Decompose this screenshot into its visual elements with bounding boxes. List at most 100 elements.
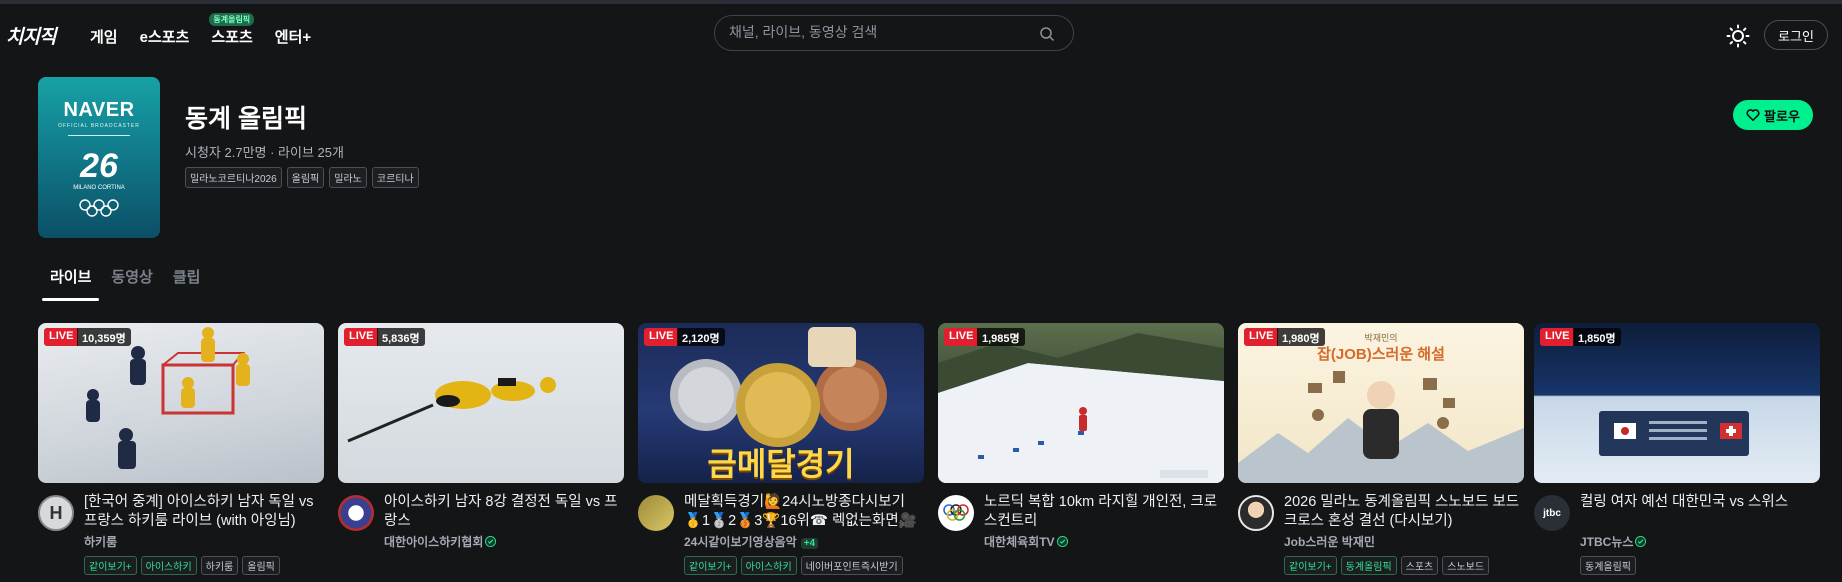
channel-avatar[interactable]: [338, 495, 374, 531]
search-box: [714, 15, 1074, 51]
card-tag[interactable]: 아이스하키: [740, 556, 797, 575]
channel-avatar[interactable]: [638, 495, 674, 531]
main-nav: 게임 e스포츠 동계올림픽 스포츠 엔터+: [90, 13, 311, 47]
viewer-count: 5,836명: [377, 328, 425, 346]
channel-tags: 밀라노코르티나2026 올림픽 밀라노 코르티나: [185, 167, 419, 188]
follow-button[interactable]: 팔로우: [1733, 100, 1813, 130]
nav-badge: 동계올림픽: [209, 13, 255, 26]
channel-avatar[interactable]: [938, 495, 974, 531]
card-tag[interactable]: 올림픽: [242, 556, 280, 575]
viewer-count: 1,980명: [1277, 328, 1325, 346]
card-tags: 같이보기+ 아이스하키 네이버포인트즉시받기: [684, 556, 903, 575]
card-title[interactable]: 컬링 여자 예선 대한민국 vs 스위스: [1580, 493, 1816, 512]
nav-item-game[interactable]: 게임: [90, 26, 118, 47]
card-thumbnail[interactable]: [338, 323, 624, 483]
channel-stats: 시청자 2.7만명 · 라이브 25개: [185, 145, 344, 160]
card-title[interactable]: 2026 밀라노 동계올림픽 스노보드 보드크로스 혼성 결선 (다시보기): [1284, 493, 1520, 531]
heart-icon: [1746, 109, 1760, 122]
card-channel-name: 24시같이보기영상음악: [684, 535, 797, 549]
thumb-banner: 금메달경기: [707, 446, 855, 482]
content-tabs: 라이브 동영상 클립: [41, 266, 201, 301]
thumb-mark: 26: [80, 147, 118, 185]
logo[interactable]: 치지직: [6, 22, 56, 49]
channel-avatar[interactable]: H: [38, 495, 74, 531]
channel-thumbnail[interactable]: NAVER OFFICIAL BROADCASTER 26 MILANO COR…: [38, 77, 160, 238]
card-tag[interactable]: 네이버포인트즉시받기: [800, 556, 903, 575]
olympic-rings-icon: [943, 504, 969, 521]
card-tag[interactable]: 하키룸: [200, 556, 239, 575]
nav-item-enter[interactable]: 엔터+: [275, 26, 311, 47]
live-badge: LIVE: [344, 328, 379, 346]
card-tags: 같이보기+ 아이스하키 하키룸 올림픽: [84, 556, 280, 575]
card-thumbnail[interactable]: [1534, 323, 1820, 483]
channel-tag[interactable]: 올림픽: [286, 167, 325, 188]
thumb-sub: OFFICIAL BROADCASTER: [58, 123, 140, 129]
live-badge: LIVE: [1244, 328, 1279, 346]
search-icon[interactable]: [1039, 26, 1055, 42]
card-channel[interactable]: 대한아이스하키협회: [384, 533, 497, 550]
card-tag[interactable]: 같이보기+: [684, 556, 737, 575]
verified-icon: [485, 536, 497, 547]
channel-name: 동계 올림픽: [185, 105, 307, 133]
search-input[interactable]: [729, 24, 1019, 40]
tab-live[interactable]: 라이브: [41, 266, 100, 301]
card-channel[interactable]: 대한체육회TV: [984, 533, 1068, 550]
thumb-divider: [68, 135, 130, 136]
card-thumbnail[interactable]: 박재민의 잡(JOB)스러운 해설: [1238, 323, 1524, 483]
nav-item-esports[interactable]: e스포츠: [140, 26, 190, 47]
card-channel-name: 대한체육회TV: [984, 535, 1055, 549]
header: 치지직 게임 e스포츠 동계올림픽 스포츠 엔터+ 로그인: [0, 4, 1842, 60]
card-tag[interactable]: 아이스하키: [140, 556, 197, 575]
card-tags: 동계올림픽: [1580, 556, 1636, 575]
card-thumbnail[interactable]: [38, 323, 324, 483]
viewer-count: 1,850명: [1573, 328, 1621, 346]
channel-avatar[interactable]: jtbc: [1534, 495, 1570, 531]
card-channel[interactable]: JTBC뉴스: [1580, 533, 1647, 550]
card-channel[interactable]: Job스러운 박재민: [1284, 533, 1375, 550]
sun-icon[interactable]: [1726, 24, 1750, 48]
extra-count[interactable]: +4: [800, 538, 819, 549]
curling-scene: [1599, 411, 1749, 456]
card-thumbnail[interactable]: 금메달경기: [638, 323, 924, 483]
live-badge: LIVE: [944, 328, 979, 346]
verified-icon: [1635, 536, 1647, 547]
card-title[interactable]: 아이스하키 남자 8강 결정전 독일 vs 프랑스: [384, 493, 620, 531]
card-tag[interactable]: 동계올림픽: [1580, 556, 1636, 575]
login-button[interactable]: 로그인: [1764, 20, 1828, 50]
card-title[interactable]: 노르딕 복합 10km 라지힐 개인전, 크로스컨트리: [984, 493, 1220, 531]
card-tag[interactable]: 스포츠: [1400, 556, 1439, 575]
viewer-count: 2,120명: [677, 328, 725, 346]
follow-label: 팔로우: [1764, 108, 1800, 124]
nav-item-sports[interactable]: 동계올림픽 스포츠: [209, 13, 255, 47]
tab-clips[interactable]: 클립: [173, 266, 201, 301]
verified-icon: [1056, 536, 1068, 547]
card-tag[interactable]: 같이보기+: [84, 556, 137, 575]
channel-tag[interactable]: 코르티나: [371, 167, 419, 188]
channel-tag[interactable]: 밀라노코르티나2026: [185, 167, 282, 188]
card-tag[interactable]: 동계올림픽: [1340, 556, 1397, 575]
viewer-count: 10,359명: [77, 328, 131, 346]
hockey-scene: [347, 377, 556, 443]
tab-videos[interactable]: 동영상: [111, 266, 152, 301]
thumb-brand: NAVER: [63, 99, 135, 121]
viewer-count: 1,985명: [977, 328, 1025, 346]
card-channel-name: 대한아이스하키협회: [384, 535, 484, 549]
card-thumbnail[interactable]: [938, 323, 1224, 483]
illustration-scene: [1238, 371, 1524, 483]
live-badge: LIVE: [44, 328, 79, 346]
card-channel[interactable]: 24시같이보기영상음악 +4: [684, 533, 819, 550]
card-title[interactable]: [한국어 중계] 아이스하키 남자 독일 vs 프랑스 하키룸 라이브 (wit…: [84, 493, 320, 531]
nav-item-label: 스포츠: [211, 29, 253, 46]
card-title[interactable]: 메달획득경기🙋24시노방종다시보기🥇1🥈2🥉3🏆16위☎ 렉없는화면🎥 가...: [684, 493, 920, 531]
channel-avatar[interactable]: [1238, 495, 1274, 531]
ski-scene: [938, 333, 1224, 483]
channel-tag[interactable]: 밀라노: [329, 167, 367, 188]
card-tag[interactable]: 같이보기+: [1284, 556, 1337, 575]
hockey-scene: [86, 327, 250, 469]
card-tag[interactable]: 스노보드: [1442, 556, 1490, 575]
card-channel[interactable]: 하키룸: [84, 533, 117, 550]
thumb-event: MILANO CORTINA: [73, 185, 125, 191]
live-badge: LIVE: [644, 328, 679, 346]
live-badge: LIVE: [1540, 328, 1575, 346]
olympic-rings-icon: [79, 199, 119, 217]
